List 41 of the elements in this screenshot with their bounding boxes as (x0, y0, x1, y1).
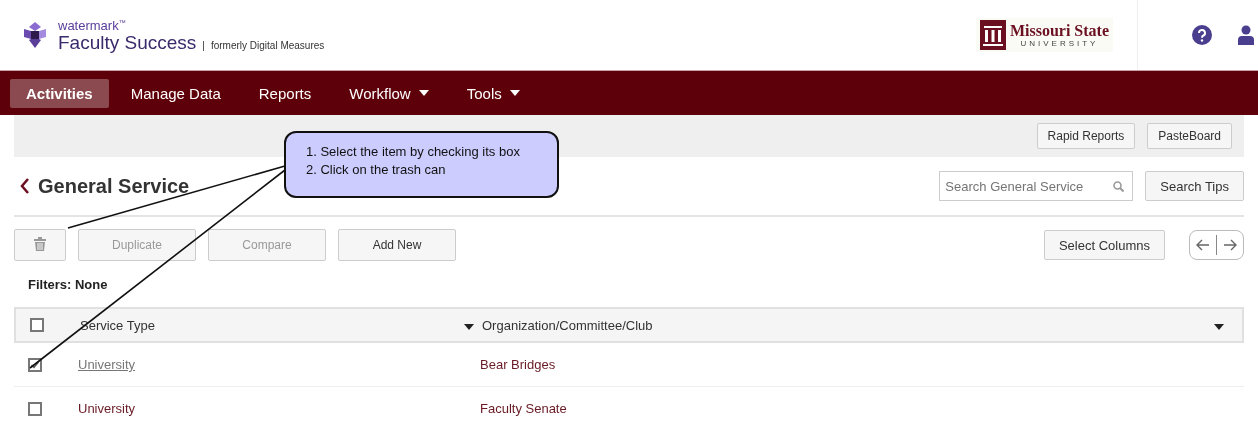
check-icon (31, 360, 39, 369)
nav-tab[interactable]: Workflow (333, 78, 445, 108)
utility-button[interactable]: PasteBoard (1147, 123, 1232, 149)
product-name: Faculty Success (58, 32, 197, 55)
help-icon[interactable] (1192, 25, 1212, 45)
trash-icon (34, 236, 46, 251)
utility-button[interactable]: Rapid Reports (1036, 123, 1136, 149)
select-columns-button[interactable]: Select Columns (1043, 230, 1165, 260)
nav-tab[interactable]: Activities (10, 78, 109, 108)
university-name: Missouri State (1009, 22, 1109, 39)
callout-text: 2. Click on the trash can (306, 161, 447, 179)
service-type-link[interactable]: University (78, 357, 136, 372)
page-title: General Service (38, 174, 190, 198)
back-icon[interactable] (20, 178, 30, 194)
nav-tab[interactable]: Reports (242, 78, 328, 108)
search-tips-button[interactable]: Search Tips (1145, 171, 1244, 201)
row-checkbox[interactable] (28, 401, 42, 416)
pager-control[interactable] (1189, 230, 1244, 260)
user-icon[interactable] (1238, 25, 1254, 45)
arrow-left-icon[interactable] (1196, 239, 1210, 251)
caret-icon (509, 90, 520, 96)
nav-tab[interactable]: Manage Data (114, 78, 237, 108)
table-cell: Faculty Senate (480, 401, 567, 416)
caret-icon (418, 90, 429, 96)
tagline: formerly Digital Measures (210, 40, 325, 52)
callout-text: 1. Select the item by checking its box (306, 143, 521, 161)
brand-name: watermark$^{™}$ (58, 17, 127, 33)
arrow-right-icon[interactable] (1223, 239, 1237, 251)
table-cell: Bear Bridges (480, 357, 556, 372)
search-icon (1113, 181, 1125, 192)
select-all-checkbox[interactable] (30, 318, 44, 332)
university-subtitle: UNIVERSITY (1020, 39, 1099, 48)
separator: | (202, 40, 205, 52)
action-button[interactable]: Add New (338, 229, 456, 261)
caret-icon (1214, 323, 1224, 330)
column-header[interactable]: Organization/Committee/Club (482, 317, 653, 333)
service-type-link[interactable]: University (78, 401, 136, 416)
nav-tab[interactable]: Tools (450, 78, 536, 108)
filters-label: Filters: None (28, 277, 109, 292)
search-field[interactable]: Search General Service (939, 171, 1134, 201)
caret-icon (464, 323, 474, 330)
